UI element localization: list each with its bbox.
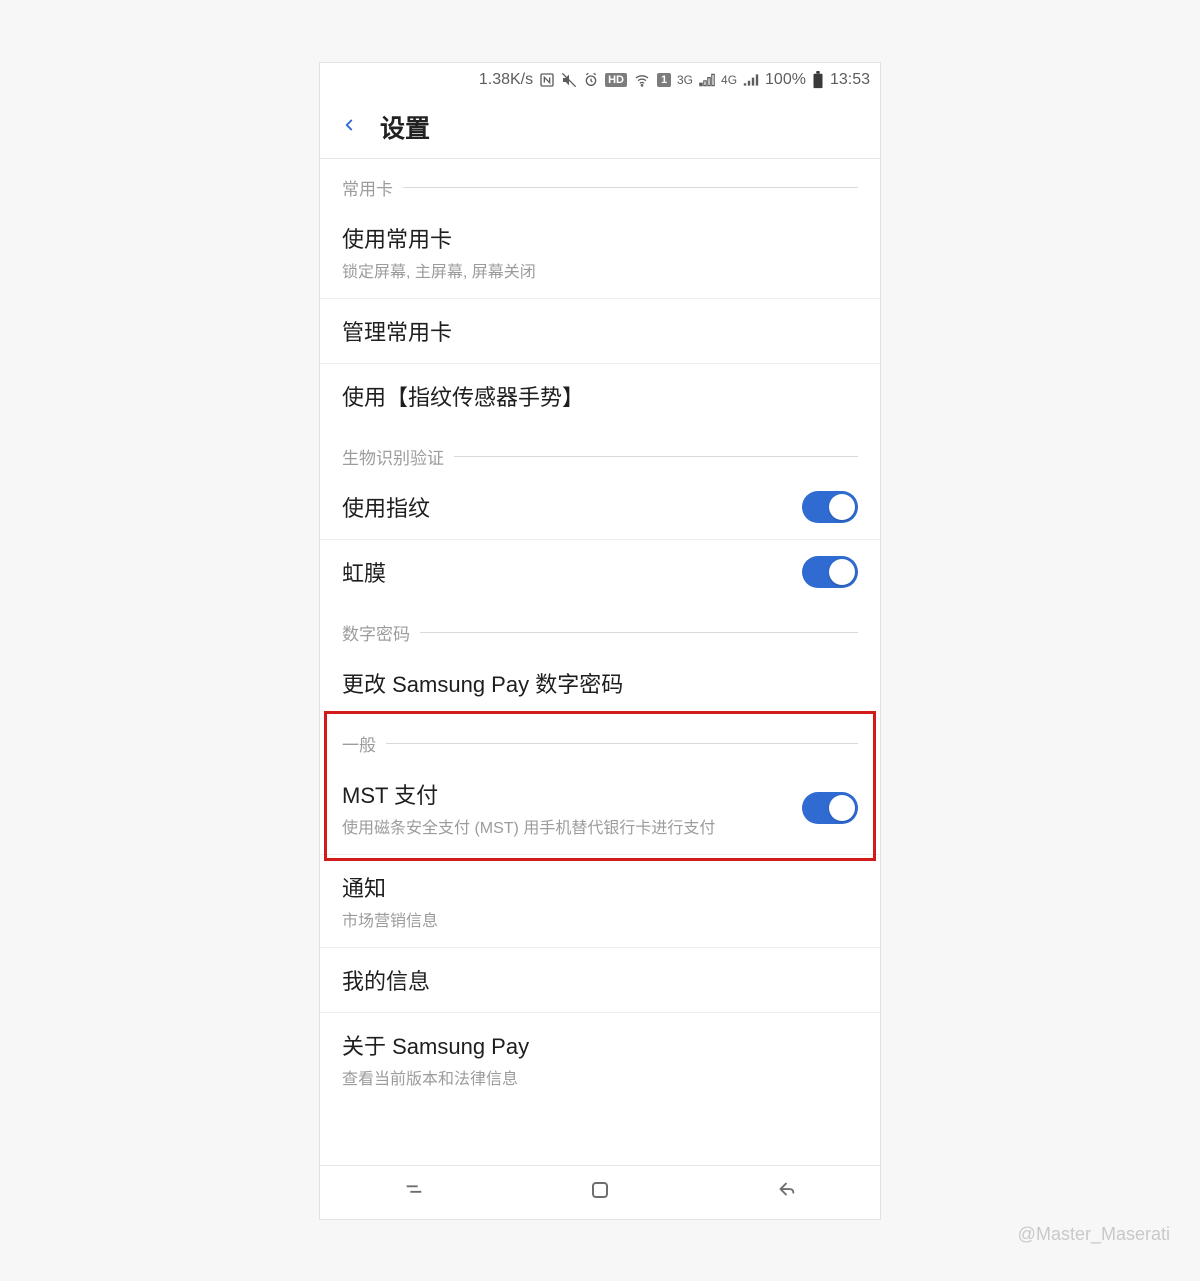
- row-subtext: 市场营销信息: [342, 907, 438, 931]
- watermark: @Master_Maserati: [1018, 1224, 1170, 1245]
- row-label: 管理常用卡: [342, 315, 452, 347]
- wifi-icon: [633, 72, 651, 88]
- toggle-fingerprint[interactable]: [802, 491, 858, 523]
- recent-apps-button[interactable]: [401, 1179, 427, 1206]
- section-label: 常用卡: [342, 175, 393, 200]
- row-fingerprint-gesture[interactable]: 使用【指纹传感器手势】: [320, 364, 880, 428]
- back-button[interactable]: [340, 111, 358, 144]
- section-general: 一般: [320, 715, 880, 762]
- back-nav-button[interactable]: [773, 1179, 799, 1206]
- clock: 13:53: [830, 71, 870, 89]
- hd-icon: HD: [605, 73, 627, 87]
- row-subtext: 锁定屏幕, 主屏幕, 屏幕关闭: [342, 258, 536, 282]
- status-bar: 1.38K/s HD 1 3G 4G 100%: [320, 63, 880, 97]
- row-use-common-card[interactable]: 使用常用卡 锁定屏幕, 主屏幕, 屏幕关闭: [320, 206, 880, 299]
- toggle-mst[interactable]: [802, 792, 858, 824]
- row-manage-common-card[interactable]: 管理常用卡: [320, 299, 880, 364]
- net-3g-label: 3G: [677, 73, 693, 87]
- row-use-fingerprint[interactable]: 使用指纹: [320, 475, 880, 540]
- row-about-samsung-pay[interactable]: 关于 Samsung Pay 查看当前版本和法律信息: [320, 1013, 880, 1105]
- row-label: 使用指纹: [342, 491, 430, 523]
- page-title: 设置: [380, 109, 430, 145]
- battery-icon: [812, 71, 824, 89]
- settings-list[interactable]: 常用卡 使用常用卡 锁定屏幕, 主屏幕, 屏幕关闭 管理常用卡 使用【指纹传感器…: [320, 159, 880, 1165]
- network-speed: 1.38K/s: [479, 71, 533, 89]
- signal-1-icon: [699, 73, 715, 87]
- mute-icon: [561, 72, 577, 88]
- sim-icon: 1: [657, 73, 671, 87]
- row-label: 更改 Samsung Pay 数字密码: [342, 667, 623, 699]
- row-label: 关于 Samsung Pay: [342, 1029, 529, 1061]
- row-my-info[interactable]: 我的信息: [320, 948, 880, 1013]
- section-label: 一般: [342, 731, 376, 756]
- section-pin: 数字密码: [320, 604, 880, 651]
- row-label: 使用【指纹传感器手势】: [342, 380, 584, 412]
- phone-frame: 1.38K/s HD 1 3G 4G 100%: [320, 63, 880, 1219]
- row-label: MST 支付: [342, 778, 715, 810]
- section-biometric: 生物识别验证: [320, 428, 880, 475]
- section-label: 生物识别验证: [342, 444, 444, 469]
- system-nav-bar: [320, 1165, 880, 1219]
- nfc-icon: [539, 72, 555, 88]
- row-notifications[interactable]: 通知 市场营销信息: [320, 855, 880, 948]
- row-change-pin[interactable]: 更改 Samsung Pay 数字密码: [320, 651, 880, 715]
- signal-2-icon: [743, 73, 759, 87]
- section-common-card: 常用卡: [320, 159, 880, 206]
- row-label: 我的信息: [342, 964, 430, 996]
- row-label: 使用常用卡: [342, 222, 536, 254]
- alarm-icon: [583, 72, 599, 88]
- app-header: 设置: [320, 97, 880, 159]
- home-button[interactable]: [588, 1178, 612, 1207]
- row-subtext: 使用磁条安全支付 (MST) 用手机替代银行卡进行支付: [342, 814, 715, 838]
- toggle-iris[interactable]: [802, 556, 858, 588]
- row-subtext: 查看当前版本和法律信息: [342, 1065, 529, 1089]
- row-mst-payment[interactable]: MST 支付 使用磁条安全支付 (MST) 用手机替代银行卡进行支付: [320, 762, 880, 855]
- section-label: 数字密码: [342, 620, 410, 645]
- row-iris[interactable]: 虹膜: [320, 540, 880, 604]
- row-label: 通知: [342, 871, 438, 903]
- battery-percent: 100%: [765, 71, 806, 89]
- row-label: 虹膜: [342, 556, 386, 588]
- net-4g-label: 4G: [721, 73, 737, 87]
